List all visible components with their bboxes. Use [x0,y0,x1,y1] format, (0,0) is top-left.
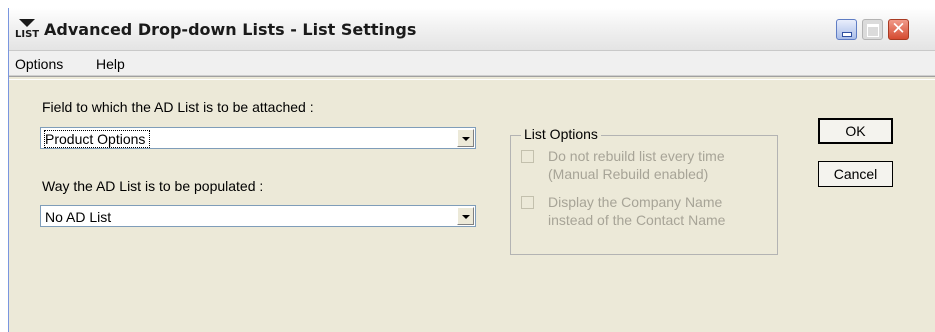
dropdown-triangle-icon [19,19,35,27]
populate-dropdown-value: No AD List [45,209,112,225]
ok-button[interactable]: OK [818,118,893,144]
minimize-button[interactable] [836,19,857,40]
field-label: Field to which the AD List is to be atta… [42,99,314,115]
field-dropdown-arrow[interactable] [457,129,474,147]
company-name-label-line2: instead of the Contact Name [548,212,726,228]
list-app-icon: LIST [15,19,39,41]
list-options-title: List Options [521,126,601,142]
chevron-down-icon [462,215,470,219]
title-bar[interactable]: LIST Advanced Drop-down Lists - List Set… [9,8,935,51]
cancel-button[interactable]: Cancel [818,161,893,187]
rebuild-label-line2: (Manual Rebuild enabled) [548,166,709,182]
populate-dropdown[interactable]: No AD List [40,205,476,227]
rebuild-label-line1: Do not rebuild list every time [548,148,725,164]
dialog-window: LIST Advanced Drop-down Lists - List Set… [8,8,935,332]
close-icon: ✕ [891,19,906,39]
window-title: Advanced Drop-down Lists - List Settings [44,20,417,39]
rebuild-label: Do not rebuild list every time (Manual R… [548,147,725,183]
menu-options[interactable]: Options [15,56,63,72]
close-button[interactable]: ✕ [888,19,909,40]
menu-bar: Options Help [9,51,935,76]
populate-dropdown-arrow[interactable] [457,207,474,225]
app-icon-label: LIST [15,29,40,40]
field-dropdown-value: Product Options [43,130,151,148]
menu-separator [9,76,935,80]
field-dropdown[interactable]: Product Options [40,127,476,149]
populate-label: Way the AD List is to be populated : [42,178,264,194]
rebuild-checkbox[interactable] [521,150,534,163]
company-name-label: Display the Company Name instead of the … [548,193,725,229]
company-name-label-line1: Display the Company Name [548,194,723,210]
chevron-down-icon [462,137,470,141]
menu-help[interactable]: Help [96,56,125,72]
company-name-checkbox[interactable] [521,196,534,209]
maximize-button[interactable] [862,19,883,40]
